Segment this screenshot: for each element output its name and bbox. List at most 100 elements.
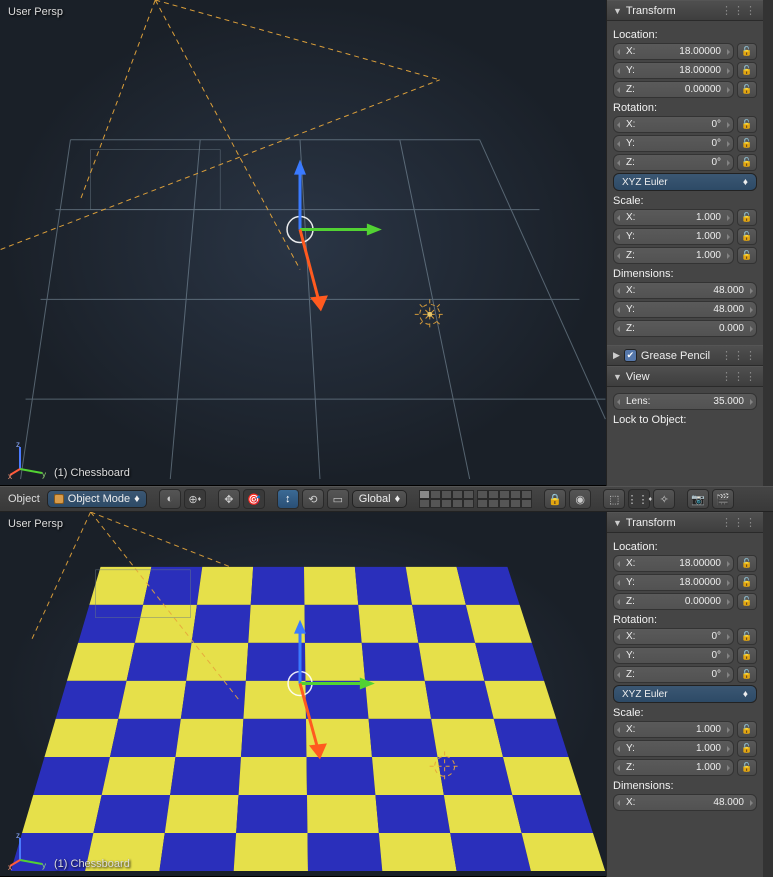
drag-handle-icon: ⋮⋮⋮ bbox=[721, 516, 757, 529]
cube-icon bbox=[54, 494, 64, 504]
snap-mode-icon[interactable]: ⋮⋮♦ bbox=[628, 489, 650, 509]
view-panel-header[interactable]: ▼ View ⋮⋮⋮ bbox=[607, 366, 763, 387]
lock-button[interactable]: 🔓 bbox=[737, 116, 757, 133]
dropdown-arrows-icon: ♦ bbox=[743, 689, 748, 700]
viewport-3d-bottom[interactable]: z y x User Persp (1) Chessboard bbox=[0, 512, 606, 877]
lock-button[interactable]: 🔓 bbox=[737, 759, 757, 776]
orientation-dropdown[interactable]: Global ♦ bbox=[352, 490, 407, 508]
dimensions-y-field[interactable]: Y:48.000 bbox=[613, 301, 757, 318]
disclosure-triangle-icon: ▼ bbox=[613, 6, 622, 16]
drag-handle-icon: ⋮⋮⋮ bbox=[721, 349, 757, 362]
checkbox-icon[interactable]: ✔ bbox=[624, 349, 637, 362]
dimensions-label: Dimensions: bbox=[613, 268, 757, 280]
lens-field[interactable]: Lens:35.000 bbox=[613, 393, 757, 410]
viewport-persp-label: User Persp bbox=[8, 518, 63, 530]
lock-button[interactable]: 🔓 bbox=[737, 247, 757, 264]
scale-label: Scale: bbox=[613, 707, 757, 719]
axis-gizmo: z y x bbox=[8, 830, 48, 870]
lock-button[interactable]: 🔓 bbox=[737, 209, 757, 226]
scale-x-field[interactable]: X:1.000 bbox=[613, 209, 734, 226]
render-opengl-anim-icon[interactable]: 🎬 bbox=[712, 489, 734, 509]
rotation-x-field[interactable]: X:0° bbox=[613, 628, 734, 645]
manipulator-scale-icon[interactable]: ▭ bbox=[327, 489, 349, 509]
dimensions-x-field[interactable]: X:48.000 bbox=[613, 282, 757, 299]
rotation-y-field[interactable]: Y:0° bbox=[613, 647, 734, 664]
manipulator-translate-icon[interactable]: 🎯 bbox=[243, 489, 265, 509]
properties-sidebar-top: ▼ Transform ⋮⋮⋮ Location: X:18.00000🔓 Y:… bbox=[606, 0, 773, 486]
scale-z-field[interactable]: Z:1.000 bbox=[613, 759, 734, 776]
view-panel-title: View bbox=[626, 371, 650, 383]
dimensions-z-field[interactable]: Z:0.000 bbox=[613, 320, 757, 337]
drag-handle-icon: ⋮⋮⋮ bbox=[721, 4, 757, 17]
axis-gizmo: z y x bbox=[8, 439, 48, 479]
lock-button[interactable]: 🔓 bbox=[737, 135, 757, 152]
lock-button[interactable]: 🔓 bbox=[737, 154, 757, 171]
lock-button[interactable]: 🔓 bbox=[737, 721, 757, 738]
lock-button[interactable]: 🔓 bbox=[737, 628, 757, 645]
render-opengl-icon[interactable]: 📷 bbox=[687, 489, 709, 509]
disclosure-triangle-icon: ▼ bbox=[613, 518, 622, 528]
scale-y-field[interactable]: Y:1.000 bbox=[613, 740, 734, 757]
location-x-field[interactable]: X:18.00000 bbox=[613, 555, 734, 572]
disclosure-triangle-icon: ▶ bbox=[613, 350, 620, 361]
snap-icon[interactable]: ⬚ bbox=[603, 489, 625, 509]
scale-y-field[interactable]: Y:1.000 bbox=[613, 228, 734, 245]
svg-text:y: y bbox=[42, 861, 46, 870]
lock-button[interactable]: 🔓 bbox=[737, 555, 757, 572]
manipulator-rotate-icon[interactable]: ⟲ bbox=[302, 489, 324, 509]
lock-button[interactable]: 🔓 bbox=[737, 666, 757, 683]
scale-x-field[interactable]: X:1.000 bbox=[613, 721, 734, 738]
viewport-persp-label: User Persp bbox=[8, 6, 63, 18]
transform-panel-header[interactable]: ▼ Transform ⋮⋮⋮ bbox=[607, 0, 763, 21]
rotation-z-field[interactable]: Z:0° bbox=[613, 666, 734, 683]
rotation-mode-dropdown[interactable]: XYZ Euler♦ bbox=[613, 173, 757, 191]
dropdown-arrows-icon: ♦ bbox=[395, 493, 401, 505]
rotation-label: Rotation: bbox=[613, 102, 757, 114]
rotation-x-field[interactable]: X:0° bbox=[613, 116, 734, 133]
shading-sphere-icon[interactable]: ◐ bbox=[159, 489, 181, 509]
rotation-y-field[interactable]: Y:0° bbox=[613, 135, 734, 152]
rotation-mode-dropdown[interactable]: XYZ Euler♦ bbox=[613, 685, 757, 703]
scale-z-field[interactable]: Z:1.000 bbox=[613, 247, 734, 264]
viewport-object-label: (1) Chessboard bbox=[54, 467, 130, 479]
location-label: Location: bbox=[613, 29, 757, 41]
pivot-dropdown[interactable]: ⊕♦ bbox=[184, 489, 206, 509]
lock-button[interactable]: 🔓 bbox=[737, 228, 757, 245]
lock-button[interactable]: 🔓 bbox=[737, 43, 757, 60]
lock-camera-icon[interactable]: 🔒 bbox=[544, 489, 566, 509]
rotation-z-field[interactable]: Z:0° bbox=[613, 154, 734, 171]
lock-button[interactable]: 🔓 bbox=[737, 647, 757, 664]
location-y-field[interactable]: Y:18.00000 bbox=[613, 574, 734, 591]
manipulator-move-icon[interactable]: ↕ bbox=[277, 489, 299, 509]
viewport-object-label: (1) Chessboard bbox=[54, 858, 130, 870]
manipulator-toggle[interactable]: ✥ bbox=[218, 489, 240, 509]
lock-button[interactable]: 🔓 bbox=[737, 593, 757, 610]
svg-text:x: x bbox=[8, 863, 12, 870]
location-z-field[interactable]: Z:0.00000 bbox=[613, 81, 734, 98]
dropdown-arrows-icon: ♦ bbox=[743, 177, 748, 188]
svg-text:z: z bbox=[16, 831, 20, 840]
snap-target-icon[interactable]: ✧ bbox=[653, 489, 675, 509]
drag-handle-icon: ⋮⋮⋮ bbox=[721, 370, 757, 383]
dimensions-label: Dimensions: bbox=[613, 780, 757, 792]
lock-to-object-label: Lock to Object: bbox=[613, 414, 757, 426]
lock-button[interactable]: 🔓 bbox=[737, 574, 757, 591]
viewport-3d-top[interactable]: z y x User Persp (1) Chessboard bbox=[0, 0, 606, 486]
mode-dropdown[interactable]: Object Mode ♦ bbox=[47, 490, 147, 508]
viewport-canvas bbox=[0, 0, 606, 485]
location-x-field[interactable]: X:18.00000 bbox=[613, 43, 734, 60]
location-z-field[interactable]: Z:0.00000 bbox=[613, 593, 734, 610]
lock-button[interactable]: 🔓 bbox=[737, 62, 757, 79]
proportional-edit-icon[interactable]: ◉ bbox=[569, 489, 591, 509]
dimensions-x-field[interactable]: X:48.000 bbox=[613, 794, 757, 811]
viewport-canvas bbox=[0, 512, 606, 876]
svg-text:y: y bbox=[42, 470, 46, 479]
lock-button[interactable]: 🔓 bbox=[737, 740, 757, 757]
transform-panel-header[interactable]: ▼ Transform ⋮⋮⋮ bbox=[607, 512, 763, 533]
properties-sidebar-bottom: ▼ Transform ⋮⋮⋮ Location: X:18.00000🔓 Y:… bbox=[606, 512, 773, 877]
layer-buttons[interactable] bbox=[419, 490, 532, 508]
lock-button[interactable]: 🔓 bbox=[737, 81, 757, 98]
transform-panel-title: Transform bbox=[626, 517, 676, 529]
location-y-field[interactable]: Y:18.00000 bbox=[613, 62, 734, 79]
grease-pencil-panel-header[interactable]: ▶ ✔ Grease Pencil ⋮⋮⋮ bbox=[607, 345, 763, 366]
